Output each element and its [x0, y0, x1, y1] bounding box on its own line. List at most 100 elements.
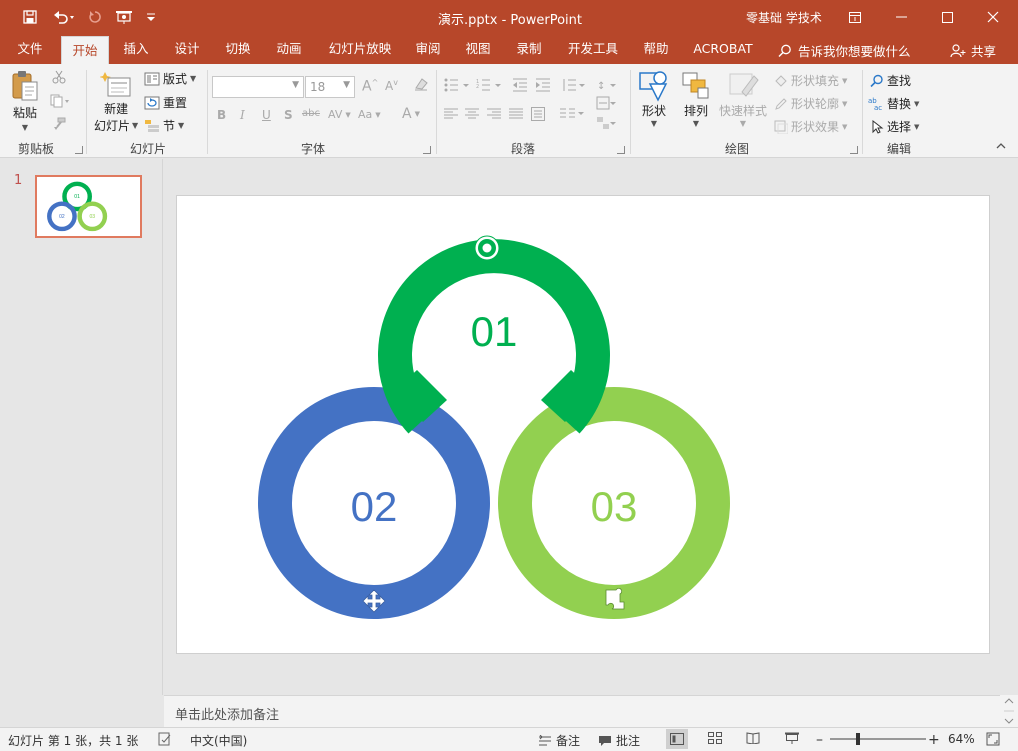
line-spacing-button[interactable]	[561, 78, 585, 92]
tab-file[interactable]: 文件	[8, 34, 52, 64]
language-indicator[interactable]: 中文(中国)	[190, 732, 247, 749]
zoom-slider-thumb[interactable]	[856, 733, 860, 745]
tab-help[interactable]: 帮助	[634, 34, 678, 64]
minimize-icon[interactable]	[878, 0, 924, 34]
tab-transitions[interactable]: 切换	[216, 34, 260, 64]
text-direction-icon: ↕	[597, 81, 616, 92]
columns-button[interactable]	[560, 108, 584, 120]
layout-label: 版式	[163, 72, 188, 86]
select-button[interactable]: 选择 ▼	[870, 118, 919, 135]
clear-formatting-button[interactable]	[413, 76, 429, 92]
normal-view-button[interactable]	[666, 729, 688, 749]
tab-slideshow[interactable]: 幻灯片放映	[320, 34, 400, 64]
maximize-icon[interactable]	[924, 0, 970, 34]
strikethrough-button[interactable]: abc	[302, 108, 320, 119]
zoom-level[interactable]: 64%	[948, 732, 975, 746]
find-button[interactable]: 查找	[870, 72, 911, 89]
cursor-icon	[872, 119, 884, 134]
shadow-button[interactable]: S	[284, 108, 293, 122]
collapse-ribbon-button[interactable]	[996, 142, 1006, 150]
tab-insert[interactable]: 插入	[114, 34, 158, 64]
shape-fill-button[interactable]: 形状填充 ▼	[774, 72, 847, 89]
slide-sorter-button[interactable]	[708, 732, 722, 744]
change-case-button[interactable]: Aa ▼	[358, 108, 381, 121]
align-right-button[interactable]	[487, 108, 501, 120]
zoom-in-button[interactable]: +	[928, 732, 940, 748]
char-spacing-button[interactable]: AV ▼	[328, 108, 351, 121]
tab-view[interactable]: 视图	[456, 34, 500, 64]
font-name-field[interactable]: ▼	[212, 76, 304, 98]
zoom-slider[interactable]	[830, 733, 926, 745]
undo-icon[interactable]	[48, 0, 80, 34]
zoom-out-button[interactable]: –	[816, 732, 823, 748]
align-center-button[interactable]	[465, 108, 479, 120]
grow-font-button[interactable]: A^	[362, 78, 378, 95]
ribbon-display-options-icon[interactable]	[832, 0, 878, 34]
font-color-button[interactable]: A ▼	[402, 106, 420, 122]
paragraph-launcher-icon[interactable]	[617, 146, 625, 154]
label-02[interactable]: 02	[351, 483, 398, 530]
format-painter-button[interactable]	[52, 117, 66, 131]
text-direction-button[interactable]: ↕	[596, 78, 616, 92]
underline-button[interactable]: U	[262, 108, 271, 122]
comment-icon	[599, 735, 611, 746]
font-size-field[interactable]: 18 ▼	[305, 76, 355, 98]
notes-button[interactable]: 备注	[538, 732, 580, 749]
shape-outline-button[interactable]: 形状轮廓 ▼	[774, 95, 847, 112]
reading-view-button[interactable]	[746, 732, 760, 744]
align-text-button[interactable]	[596, 96, 616, 110]
slideshow-button[interactable]	[784, 732, 800, 744]
redo-icon[interactable]	[84, 0, 106, 34]
bold-button[interactable]: B	[217, 108, 226, 122]
present-from-start-icon[interactable]	[112, 0, 136, 34]
shape-effects-button[interactable]: 形状效果 ▼	[774, 118, 847, 135]
replace-button[interactable]: ab ac 替换 ▼	[868, 95, 919, 112]
clipboard-launcher-icon[interactable]	[75, 146, 83, 154]
arrange-button[interactable]: 排列 ▼	[680, 70, 712, 128]
layout-button[interactable]: 版式 ▼	[144, 70, 196, 87]
tab-review[interactable]: 审阅	[406, 34, 450, 64]
numbering-button[interactable]: 12	[476, 78, 502, 92]
fit-to-window-button[interactable]	[986, 732, 1000, 746]
tab-record[interactable]: 录制	[507, 34, 551, 64]
decrease-indent-button[interactable]	[512, 78, 528, 92]
increase-indent-button[interactable]	[535, 78, 551, 92]
new-slide-button[interactable]: 新建 幻灯片 ▼	[94, 70, 138, 134]
drawing-launcher-icon[interactable]	[850, 146, 858, 154]
notes-scrollbar[interactable]	[1000, 695, 1018, 727]
user-name[interactable]: 零基础 学技术	[746, 9, 822, 26]
notes-pane[interactable]: 单击此处添加备注	[164, 695, 1000, 727]
slide-canvas[interactable]: 01 02 03	[176, 195, 990, 654]
slide-thumbnail[interactable]: 01 02 03	[35, 175, 142, 238]
align-left-button[interactable]	[444, 108, 458, 120]
copy-button[interactable]	[50, 94, 70, 108]
section-button[interactable]: 节 ▼	[144, 117, 184, 134]
tab-acrobat[interactable]: ACROBAT	[686, 34, 760, 64]
label-03[interactable]: 03	[591, 483, 638, 530]
spell-check-button[interactable]	[158, 732, 172, 746]
customize-quick-access-icon[interactable]	[142, 0, 160, 34]
cut-button[interactable]	[52, 70, 66, 84]
comments-button[interactable]: 批注	[598, 732, 640, 749]
tab-home[interactable]: 开始	[61, 36, 109, 64]
tell-me-search[interactable]: 告诉我你想要做什么	[778, 41, 911, 60]
tab-developer[interactable]: 开发工具	[560, 34, 626, 64]
shrink-font-button[interactable]: Av	[385, 78, 398, 93]
reset-button[interactable]: 重置	[144, 94, 187, 111]
bullets-button[interactable]	[444, 78, 470, 92]
label-01[interactable]: 01	[471, 308, 518, 355]
close-icon[interactable]	[970, 0, 1016, 34]
share-button[interactable]: 共享	[950, 41, 996, 60]
quick-styles-button[interactable]: 快速样式 ▼	[719, 70, 767, 128]
save-icon[interactable]	[18, 0, 42, 34]
smartart-button[interactable]	[596, 116, 616, 130]
font-launcher-icon[interactable]	[423, 146, 431, 154]
distributed-button[interactable]	[531, 107, 545, 121]
paste-button[interactable]: 粘贴 ▼	[10, 70, 40, 132]
shapes-button[interactable]: 形状 ▼	[638, 70, 670, 128]
slide-info[interactable]: 幻灯片 第 1 张，共 1 张	[8, 732, 138, 749]
italic-button[interactable]: I	[240, 108, 245, 122]
justify-button[interactable]	[509, 108, 523, 120]
tab-design[interactable]: 设计	[165, 34, 209, 64]
tab-animations[interactable]: 动画	[267, 34, 311, 64]
